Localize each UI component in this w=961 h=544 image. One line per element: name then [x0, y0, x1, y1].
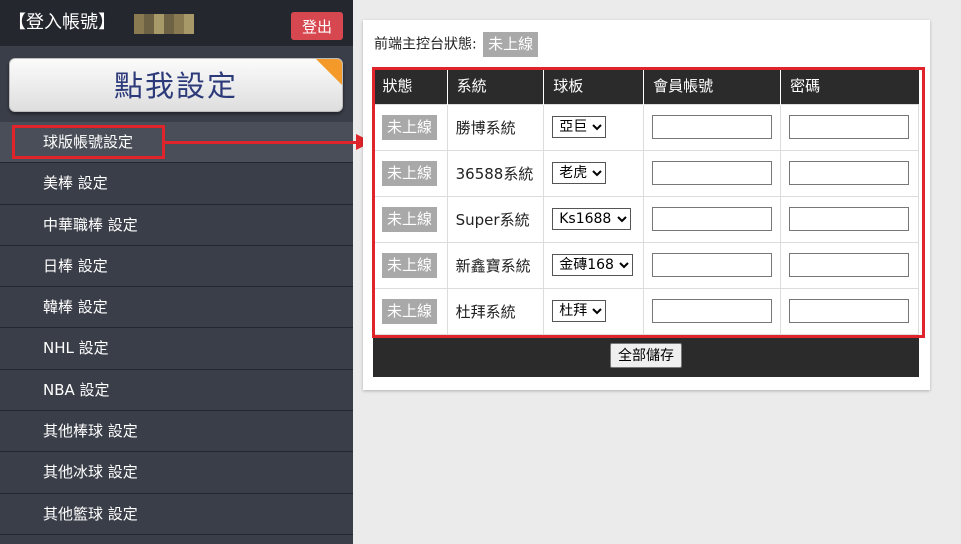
password-input[interactable] — [789, 299, 910, 323]
row-system-name: Super系統 — [446, 195, 545, 243]
sidebar: 【登入帳號】 登出 點我設定 球版帳號設定 美棒 設定 中華職棒 設定 日棒 設… — [0, 0, 353, 544]
board-select[interactable]: 亞巨 — [552, 116, 607, 138]
account-table: 狀態 系統 球板 會員帳號 密碼 未上線 勝博系統 亞巨 未上線 36588系統… — [373, 68, 919, 335]
sidebar-menu: 球版帳號設定 美棒 設定 中華職棒 設定 日棒 設定 韓棒 設定 NHL 設定 … — [0, 122, 353, 535]
sidebar-item-label: 美棒 設定 — [43, 174, 108, 193]
sidebar-item-label: 其他籃球 設定 — [43, 504, 138, 523]
board-select[interactable]: 老虎 — [552, 162, 607, 184]
column-header-account: 會員帳號 — [643, 68, 782, 104]
console-status-badge: 未上線 — [483, 32, 539, 57]
row-status-badge: 未上線 — [382, 160, 438, 186]
row-status-badge: 未上線 — [382, 206, 438, 232]
column-header-status: 狀態 — [373, 68, 448, 104]
console-status-row: 前端主控台狀態: 未上線 — [374, 32, 539, 57]
member-account-input[interactable] — [652, 299, 773, 323]
console-status-label: 前端主控台狀態: — [374, 36, 477, 53]
sidebar-item-other-baseball-settings[interactable]: 其他棒球 設定 — [0, 411, 353, 453]
save-all-button[interactable]: 全部儲存 — [610, 342, 682, 368]
sidebar-item-mlb-settings[interactable]: 美棒 設定 — [0, 163, 353, 205]
table-row: 未上線 新鑫寶系統 金磚168 — [373, 241, 919, 289]
sidebar-item-nba-settings[interactable]: NBA 設定 — [0, 370, 353, 412]
big-setting-button[interactable]: 點我設定 — [9, 58, 343, 112]
sidebar-item-npb-settings[interactable]: 日棒 設定 — [0, 246, 353, 288]
sidebar-item-other-basketball-settings[interactable]: 其他籃球 設定 — [0, 494, 353, 535]
password-input[interactable] — [789, 115, 910, 139]
member-account-input[interactable] — [652, 115, 773, 139]
main-panel: 前端主控台狀態: 未上線 狀態 系統 球板 會員帳號 密碼 未上線 勝博系統 亞… — [363, 20, 930, 390]
column-header-system: 系統 — [447, 68, 545, 104]
table-row: 未上線 36588系統 老虎 — [373, 149, 919, 197]
row-system-name: 36588系統 — [446, 149, 545, 197]
row-system-name: 勝博系統 — [446, 103, 545, 151]
table-row: 未上線 勝博系統 亞巨 — [373, 103, 919, 151]
member-account-input[interactable] — [652, 207, 773, 231]
column-header-password: 密碼 — [780, 68, 919, 104]
corner-ribbon-icon — [316, 59, 342, 85]
sidebar-item-label: 韓棒 設定 — [43, 298, 108, 317]
login-account-title: 【登入帳號】 — [8, 12, 116, 33]
sidebar-item-label: 中華職棒 設定 — [43, 215, 138, 234]
sidebar-item-other-hockey-settings[interactable]: 其他冰球 設定 — [0, 452, 353, 494]
table-footer-bar: 全部儲存 — [373, 334, 919, 377]
logout-button[interactable]: 登出 — [291, 12, 343, 40]
board-select[interactable]: 金磚168 — [552, 254, 634, 276]
row-status-badge: 未上線 — [382, 114, 438, 140]
sidebar-item-label: NHL 設定 — [43, 339, 109, 358]
password-input[interactable] — [789, 253, 910, 277]
password-input[interactable] — [789, 207, 910, 231]
sidebar-header: 【登入帳號】 登出 — [0, 0, 353, 46]
row-system-name: 新鑫寶系統 — [446, 241, 545, 289]
member-account-input[interactable] — [652, 253, 773, 277]
row-system-name: 杜拜系統 — [446, 287, 545, 335]
table-header-row: 狀態 系統 球板 會員帳號 密碼 — [373, 68, 919, 104]
table-row: 未上線 Super系統 Ks1688 — [373, 195, 919, 243]
password-input[interactable] — [789, 161, 910, 185]
sidebar-item-label: 其他冰球 設定 — [43, 463, 138, 482]
board-select[interactable]: Ks1688 — [552, 208, 632, 230]
column-header-board: 球板 — [543, 68, 645, 104]
account-table-wrapper: 狀態 系統 球板 會員帳號 密碼 未上線 勝博系統 亞巨 未上線 36588系統… — [373, 68, 919, 377]
sidebar-item-cpbl-settings[interactable]: 中華職棒 設定 — [0, 205, 353, 246]
big-setting-label: 點我設定 — [113, 69, 238, 103]
sidebar-item-nhl-settings[interactable]: NHL 設定 — [0, 328, 353, 370]
annotation-arrow-line — [165, 141, 358, 144]
redacted-account-mosaic — [134, 14, 194, 34]
sidebar-item-label: 其他棒球 設定 — [43, 422, 138, 441]
sidebar-item-label: 球版帳號設定 — [43, 133, 134, 151]
sidebar-item-label: NBA 設定 — [43, 380, 110, 399]
board-select[interactable]: 杜拜 — [552, 300, 607, 322]
row-status-badge: 未上線 — [382, 298, 438, 324]
table-row: 未上線 杜拜系統 杜拜 — [373, 287, 919, 335]
row-status-badge: 未上線 — [382, 252, 438, 278]
sidebar-item-label: 日棒 設定 — [43, 256, 108, 275]
member-account-input[interactable] — [652, 161, 773, 185]
sidebar-item-kbo-settings[interactable]: 韓棒 設定 — [0, 287, 353, 329]
